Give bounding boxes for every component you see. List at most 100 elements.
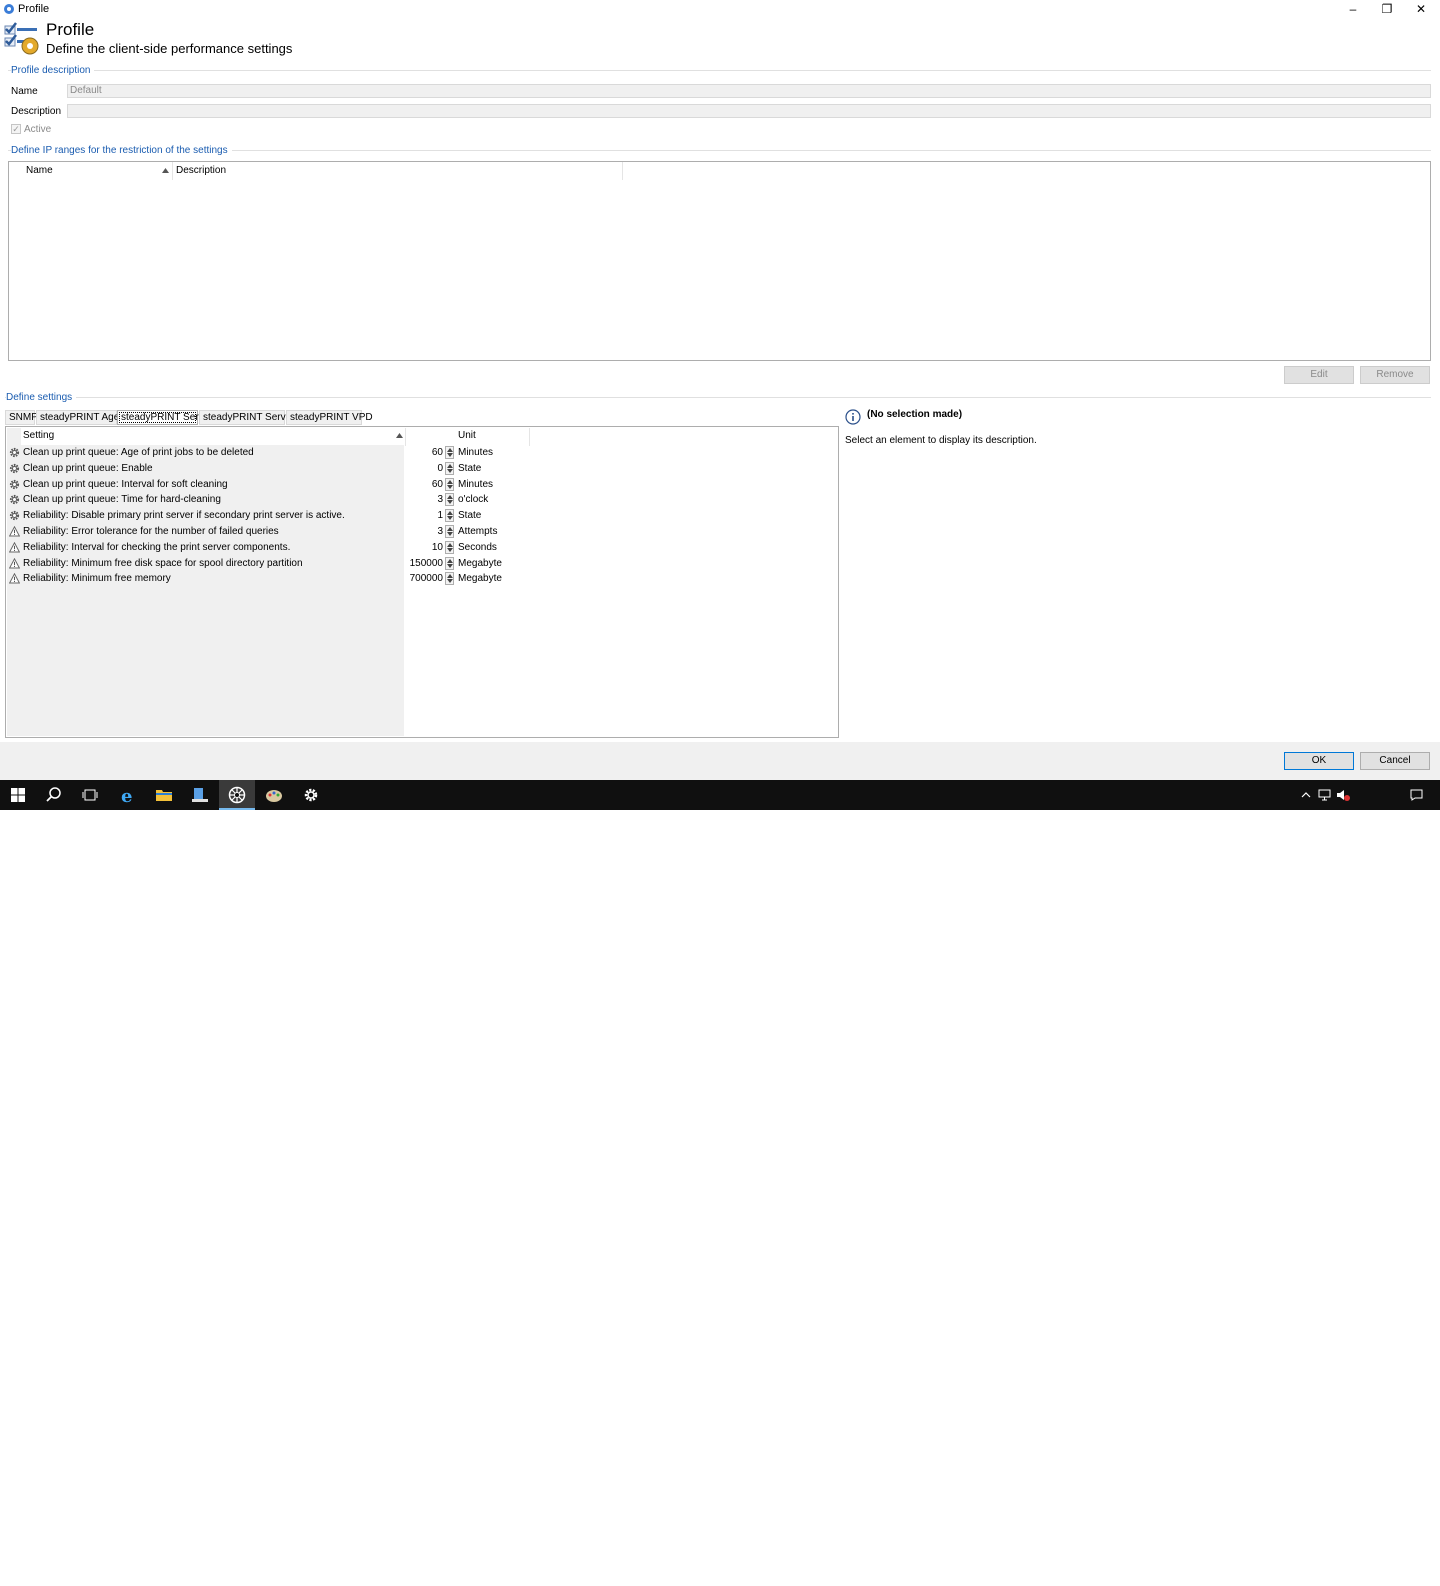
description-label: Description — [11, 106, 62, 117]
taskbar-paint[interactable] — [256, 780, 292, 810]
setting-unit: State — [458, 462, 482, 474]
setting-value[interactable]: 700000 — [403, 573, 443, 584]
page-subtitle: Define the client-side performance setti… — [46, 41, 293, 56]
taskbar-internet-explorer[interactable]: e — [110, 780, 146, 810]
setting-value[interactable]: 3 — [403, 526, 443, 537]
palette-icon — [266, 790, 282, 802]
ip-ranges-group-label: Define IP ranges for the restriction of … — [11, 145, 232, 156]
title-bar: Profile – ❐ ✕ — [0, 0, 1440, 18]
profile-window: Profile – ❐ ✕ Profile Define the client-… — [0, 0, 1440, 780]
taskbar-file-explorer[interactable] — [146, 780, 182, 810]
value-spinner[interactable] — [445, 477, 454, 491]
column-header-unit[interactable]: Unit — [458, 430, 476, 441]
gear-icon — [9, 463, 20, 473]
warning-icon — [9, 541, 20, 553]
page-title: Profile — [46, 20, 95, 39]
setting-name: Reliability: Interval for checking the p… — [23, 541, 291, 553]
gear-icon — [9, 447, 20, 458]
gear-icon — [304, 788, 318, 802]
setting-value[interactable]: 150000 — [403, 558, 443, 569]
tab-steadyprint-agent[interactable]: steadyPRINT Agent — [36, 410, 128, 425]
setting-unit: Seconds — [458, 541, 497, 553]
gear-icon — [9, 479, 20, 489]
dialog-footer: OK Cancel — [0, 742, 1440, 780]
setting-unit: Minutes — [458, 447, 494, 458]
setting-value[interactable]: 60 — [403, 447, 443, 458]
group-divider — [8, 70, 1431, 71]
column-header-setting[interactable]: Setting — [23, 430, 54, 441]
task-view-button[interactable] — [72, 780, 108, 810]
info-icon — [845, 409, 861, 425]
setting-value[interactable]: 0 — [403, 463, 443, 474]
table-row[interactable]: Reliability: Interval for checking the p… — [7, 540, 837, 556]
taskbar-settings[interactable] — [293, 780, 329, 810]
notifications-icon[interactable] — [1410, 789, 1423, 801]
table-row[interactable]: Clean up print queue: Time for hard-clea… — [7, 492, 837, 508]
setting-unit: Minutes — [458, 478, 494, 490]
table-row[interactable]: Clean up print queue: Enable 0 State — [7, 461, 837, 477]
tab-snmp[interactable]: SNMP — [5, 410, 38, 425]
setting-unit: State — [458, 510, 482, 522]
search-button[interactable] — [36, 780, 72, 810]
info-description: Select an element to display its descrip… — [845, 435, 1037, 446]
clock-time[interactable]: 2:37 PM — [1355, 1563, 1399, 1573]
sort-ascending-icon — [396, 433, 403, 438]
start-button[interactable] — [0, 780, 36, 810]
column-header-description[interactable]: Description — [176, 165, 226, 176]
setting-value[interactable]: 3 — [403, 494, 443, 505]
taskbar-steadyprint[interactable] — [219, 780, 255, 810]
setting-value[interactable]: 10 — [403, 542, 443, 553]
table-row[interactable]: Reliability: Error tolerance for the num… — [7, 524, 837, 540]
active-label: Active — [24, 124, 52, 135]
clock-date[interactable]: 11/30/2020 — [1352, 1576, 1402, 1586]
setting-value[interactable]: 1 — [403, 510, 443, 521]
tab-steadyprint-vpd[interactable]: steadyPRINT VPD — [286, 410, 373, 425]
tab-steadyprint-server[interactable]: steadyPRINT Server — [117, 410, 213, 425]
window-title: Profile — [18, 3, 50, 15]
setting-unit: Megabyte — [458, 557, 502, 569]
value-spinner[interactable] — [445, 572, 454, 586]
column-header-name[interactable]: Name — [26, 165, 53, 176]
ok-button[interactable]: OK — [1284, 752, 1354, 770]
table-row[interactable]: Reliability: Minimum free disk space for… — [7, 556, 837, 572]
checklist-settings-icon — [4, 22, 39, 55]
value-spinner[interactable] — [445, 509, 454, 523]
value-spinner[interactable] — [445, 525, 454, 538]
edit-button[interactable]: Edit — [1284, 366, 1354, 384]
description-field[interactable] — [67, 104, 1431, 118]
chevron-up-icon[interactable] — [1301, 791, 1311, 799]
value-spinner[interactable] — [445, 540, 454, 554]
value-spinner[interactable] — [445, 493, 454, 507]
setting-name: Reliability: Disable primary print serve… — [23, 510, 345, 522]
network-icon[interactable] — [1318, 789, 1331, 801]
table-row[interactable]: Reliability: Disable primary print serve… — [7, 508, 837, 524]
ip-range-list[interactable]: Name Description — [8, 161, 1431, 361]
taskbar-server-manager[interactable] — [182, 780, 218, 810]
table-row[interactable]: Clean up print queue: Age of print jobs … — [7, 445, 837, 461]
restore-button[interactable]: ❐ — [1370, 0, 1404, 18]
column-separator — [172, 162, 173, 180]
minimize-button[interactable]: – — [1336, 0, 1370, 18]
setting-value[interactable]: 60 — [403, 479, 443, 490]
volume-muted-icon[interactable] — [1336, 789, 1350, 801]
name-field[interactable]: Default — [67, 84, 1431, 98]
tab-steadyprint-service[interactable]: steadyPRINT Service — [199, 410, 298, 425]
active-checkbox[interactable]: ✓ — [11, 124, 21, 134]
setting-name: Clean up print queue: Enable — [23, 462, 153, 474]
remove-button[interactable]: Remove — [1360, 366, 1430, 384]
cancel-button[interactable]: Cancel — [1360, 752, 1430, 770]
value-spinner[interactable] — [445, 461, 454, 475]
value-spinner[interactable] — [445, 556, 454, 570]
value-spinner[interactable] — [445, 446, 454, 459]
column-separator — [529, 428, 530, 446]
close-button[interactable]: ✕ — [1404, 0, 1438, 18]
settings-grid[interactable]: Setting Unit Clean up print queue: Age o… — [5, 426, 839, 738]
setting-name: Clean up print queue: Interval for soft … — [23, 478, 228, 490]
setting-name: Reliability: Error tolerance for the num… — [23, 526, 279, 537]
settings-header: Setting Unit — [21, 428, 837, 446]
group-divider — [5, 397, 1431, 398]
table-row[interactable]: Reliability: Minimum free memory 700000 Me… — [7, 571, 837, 587]
server-manager-icon — [192, 788, 208, 802]
table-row[interactable]: Clean up print queue: Interval for soft … — [7, 477, 837, 493]
setting-unit: Attempts — [458, 526, 498, 537]
